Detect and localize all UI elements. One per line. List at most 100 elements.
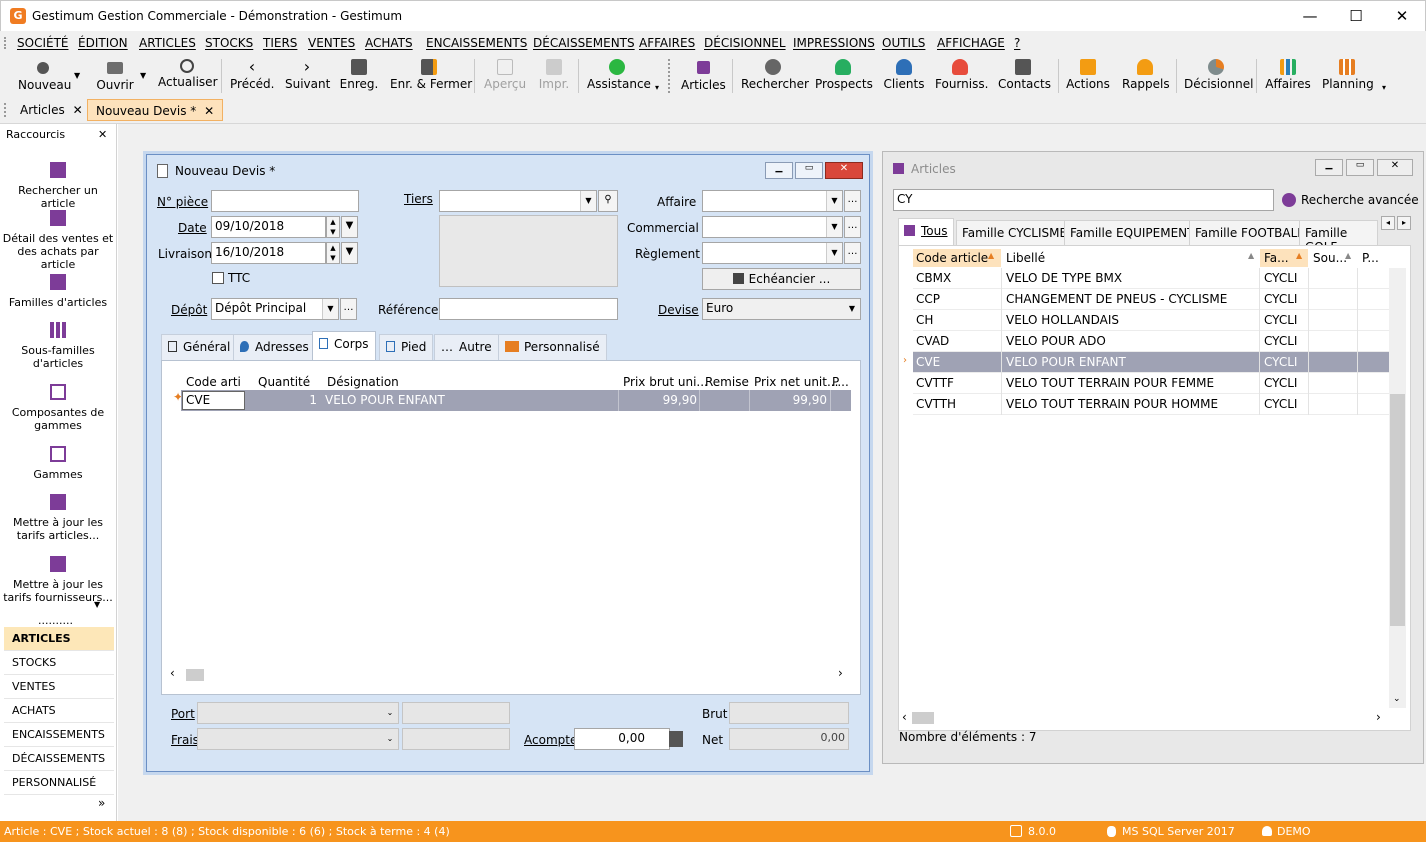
devis-maximize-button[interactable]: ▭ — [795, 162, 823, 179]
more-handle[interactable]: .......... — [38, 614, 73, 627]
menu-edition[interactable]: ÉDITION — [78, 36, 128, 50]
articles-vertical-scrollbar[interactable]: ⌄ — [1389, 268, 1406, 708]
port-select[interactable]: ⌄ — [197, 702, 399, 724]
col-quantite[interactable]: Quantité — [258, 375, 310, 389]
minimize-button[interactable]: — — [1287, 1, 1333, 32]
menu-stocks[interactable]: STOCKS — [205, 36, 253, 50]
affaires-button[interactable]: Affaires — [1265, 57, 1311, 95]
cell-famille[interactable]: CYCLI — [1264, 376, 1297, 390]
acompte-input[interactable]: 0,00 — [574, 728, 670, 750]
cell-designation[interactable]: VELO POUR ENFANT — [325, 393, 445, 407]
reference-input[interactable] — [439, 298, 618, 320]
menu-decisionnel[interactable]: DÉCISIONNEL — [704, 36, 786, 50]
livraison-input[interactable]: 16/10/2018 — [211, 242, 326, 264]
grip-handle[interactable] — [668, 59, 670, 93]
reglement-select[interactable]: ▼ — [702, 242, 843, 264]
search-button[interactable]: Rechercher — [741, 57, 809, 95]
col-libelle[interactable]: Libellé ▲ — [1002, 249, 1259, 267]
decisionnel-button[interactable]: Décisionnel — [1184, 57, 1253, 95]
col-code-article[interactable]: Code article ▲ — [913, 249, 1001, 267]
close-button[interactable]: ✕ — [1379, 1, 1425, 32]
menu-impressions[interactable]: IMPRESSIONS — [793, 36, 875, 50]
suppliers-button[interactable]: Fourniss. — [935, 57, 988, 95]
devis-close-button[interactable]: ✕ — [825, 162, 863, 179]
echeancier-button[interactable]: Echéancier ... — [702, 268, 861, 290]
cell-famille[interactable]: CYCLI — [1264, 271, 1297, 285]
cell-code[interactable]: CVE — [916, 355, 940, 369]
cell-prix-net[interactable]: 99,90 — [753, 393, 827, 407]
tab-pied[interactable]: Pied — [379, 334, 434, 361]
livraison-dropdown-button[interactable]: ▼ — [341, 242, 358, 264]
next-button[interactable]: › Suivant — [285, 57, 330, 95]
commercial-browse-button[interactable]: … — [844, 216, 861, 238]
chevron-down-icon[interactable]: ⌄ — [382, 703, 398, 723]
menu-societe[interactable]: SOCIÉTÉ — [17, 36, 68, 50]
frais-select[interactable]: ⌄ — [197, 728, 399, 750]
module-decaissements[interactable]: DÉCAISSEMENTS — [4, 747, 114, 771]
chevron-down-icon[interactable]: ▼ — [322, 299, 338, 319]
frais-amount[interactable] — [402, 728, 510, 750]
ttc-checkbox[interactable] — [212, 272, 224, 284]
col-p[interactable]: P... — [832, 375, 849, 389]
open-button[interactable]: Ouvrir — [95, 57, 135, 95]
col-prix-brut[interactable]: Prix brut uni... — [623, 375, 708, 389]
advanced-search-link[interactable]: Recherche avancée — [1301, 193, 1419, 207]
menu-affichage[interactable]: AFFICHAGE — [937, 36, 1005, 50]
tab-famille-golf[interactable]: Famille GOLF — [1299, 220, 1378, 246]
open-dropdown-icon[interactable]: ▼ — [140, 71, 146, 80]
tab-famille-football[interactable]: Famille FOOTBALL — [1189, 220, 1310, 246]
assistance-button[interactable]: Assistance — [587, 57, 651, 95]
table-row[interactable]: CBMX VELO DE TYPE BMX CYCLI — [913, 268, 1389, 289]
affaire-select[interactable]: ▼ — [702, 190, 843, 212]
close-tab-icon[interactable]: ✕ — [204, 104, 214, 118]
tab-autre[interactable]: … Autre — [434, 334, 499, 361]
menu-achats[interactable]: ACHATS — [365, 36, 413, 50]
module-encaissements[interactable]: ENCAISSEMENTS — [4, 723, 114, 747]
piece-input[interactable] — [211, 190, 359, 212]
tab-tous[interactable]: Tous — [898, 218, 954, 246]
tab-famille-equipement[interactable]: Famille EQUIPEMENT — [1064, 220, 1201, 246]
calculator-icon[interactable] — [669, 731, 683, 747]
cell-famille[interactable]: CYCLI — [1264, 313, 1297, 327]
tab-general[interactable]: Général — [161, 334, 238, 361]
table-row[interactable]: CH VELO HOLLANDAIS CYCLI — [913, 310, 1389, 331]
reglement-browse-button[interactable]: … — [844, 242, 861, 264]
table-row[interactable]: CVTTH VELO TOUT TERRAIN POUR HOMME CYCLI — [913, 394, 1389, 415]
cell-famille[interactable]: CYCLI — [1264, 355, 1297, 369]
shortcut-sales-detail[interactable]: Détail des ventes et des achats par arti… — [0, 210, 116, 271]
cell-libelle[interactable]: VELO DE TYPE BMX — [1006, 271, 1122, 285]
cell-libelle[interactable]: VELO TOUT TERRAIN POUR HOMME — [1006, 397, 1218, 411]
tabs-scroll-left-icon[interactable]: ◂ — [1381, 216, 1395, 230]
grid-horizontal-scrollbar[interactable]: ‹ › — [168, 666, 854, 684]
cell-libelle[interactable]: VELO HOLLANDAIS — [1006, 313, 1119, 327]
cell-code[interactable]: CCP — [916, 292, 940, 306]
chevron-down-icon[interactable]: ▼ — [580, 191, 596, 211]
menu-help[interactable]: ? — [1014, 36, 1020, 50]
tab-nouveau-devis[interactable]: Nouveau Devis * ✕ — [87, 99, 224, 121]
tab-corps[interactable]: Corps — [312, 331, 376, 361]
cell-famille[interactable]: CYCLI — [1264, 292, 1297, 306]
shortcut-update-supplier-prices[interactable]: Mettre à jour les tarifs fournisseurs... — [0, 556, 116, 604]
articles-minimize-button[interactable]: ▁ — [1315, 159, 1343, 176]
articles-button[interactable]: Articles — [681, 57, 726, 95]
devis-minimize-button[interactable]: ▁ — [765, 162, 793, 179]
commercial-select[interactable]: ▼ — [702, 216, 843, 238]
devise-select[interactable]: Euro ▼ — [702, 298, 861, 320]
cell-quantite[interactable]: 1 — [245, 393, 317, 407]
chevron-down-icon[interactable]: ▼ — [844, 299, 860, 319]
clients-button[interactable]: Clients — [882, 57, 926, 95]
contacts-button[interactable]: Contacts — [998, 57, 1051, 95]
menu-ventes[interactable]: VENTES — [308, 36, 355, 50]
toolbar-overflow-icon[interactable]: ▾ — [655, 83, 659, 92]
cell-code[interactable]: CVTTF — [916, 376, 954, 390]
chevron-down-icon[interactable]: ▼ — [826, 191, 842, 211]
module-ventes[interactable]: VENTES — [4, 675, 114, 699]
grip-handle[interactable] — [4, 37, 6, 49]
tab-articles[interactable]: Articles ✕ — [12, 99, 91, 121]
table-row[interactable]: CVAD VELO POUR ADO CYCLI — [913, 331, 1389, 352]
tab-famille-cyclisme[interactable]: Famille CYCLISME — [956, 220, 1074, 246]
chevron-down-icon[interactable]: ▼ — [826, 217, 842, 237]
table-row[interactable]: CCP CHANGEMENT DE PNEUS - CYCLISME CYCLI — [913, 289, 1389, 310]
menu-tiers[interactable]: TIERS — [263, 36, 297, 50]
save-close-button[interactable]: Enr. & Fermer — [390, 57, 472, 95]
